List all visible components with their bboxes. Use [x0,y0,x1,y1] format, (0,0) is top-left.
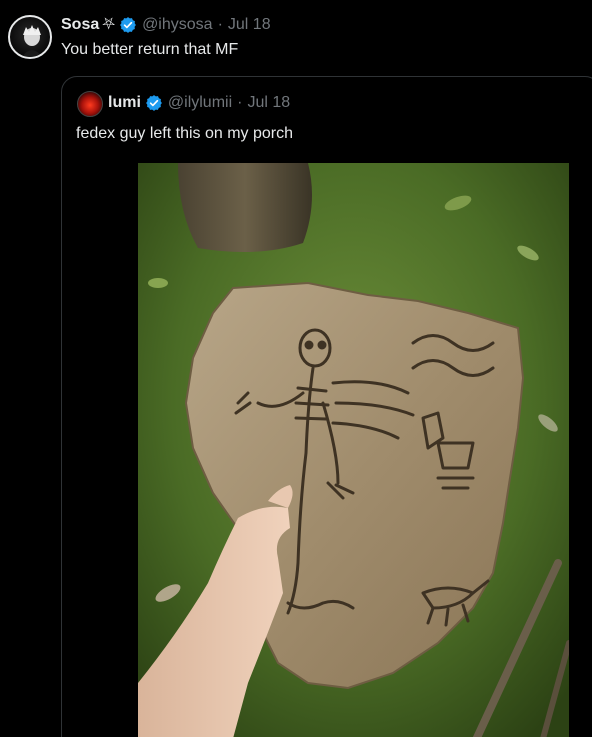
post-date[interactable]: Jul 18 [228,16,271,34]
quoted-post-text: fedex guy left this on my porch [76,125,293,142]
author-name[interactable]: Sosa [61,16,99,34]
verified-badge-icon [146,95,162,111]
quoted-author-handle[interactable]: @ilylumii [168,94,232,112]
quoted-author-name[interactable]: lumi [108,94,141,112]
photo-stone-tablet [138,163,569,737]
verified-badge-icon [120,17,136,33]
avatar-image [22,25,42,57]
quoted-author-avatar[interactable] [77,91,103,117]
author-avatar[interactable] [8,15,52,59]
quoted-post-date[interactable]: Jul 18 [247,94,290,112]
separator-dot: · [217,16,223,33]
separator-dot: · [237,94,243,111]
author-handle[interactable]: @ihysosa [142,16,213,34]
post-photo[interactable] [138,163,569,737]
quoted-post[interactable]: lumi @ilylumii · Jul 18 fedex guy left t… [61,76,592,737]
quoted-post-header: lumi @ilylumii · Jul 18 [108,94,290,112]
pentagram-icon: ⛧ [102,16,116,33]
post-header: Sosa ⛧ @ihysosa · Jul 18 [61,16,271,34]
post-text: You better return that MF [61,41,239,58]
